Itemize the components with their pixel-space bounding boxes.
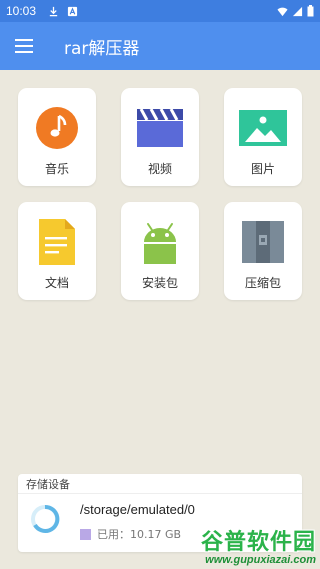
tile-label: 音乐 (44, 162, 69, 176)
hamburger-icon (15, 39, 33, 53)
archive-icon (242, 221, 284, 263)
storage-header: 存储设备 (18, 474, 302, 494)
image-icon (239, 110, 287, 146)
tile-music[interactable]: 音乐 (18, 88, 96, 186)
tile-label: 压缩包 (244, 276, 281, 290)
tile-video[interactable]: 视频 (121, 88, 199, 186)
tile-label: 图片 (250, 162, 275, 176)
document-icon (39, 219, 75, 265)
tile-label: 文档 (44, 276, 69, 290)
watermark-logo: 谷普软件园 www.gupuxiazai.com (168, 520, 320, 569)
status-bar: 10:03 (0, 0, 320, 22)
watermark-sub: www.gupuxiazai.com (205, 554, 316, 566)
wifi-icon (277, 7, 288, 16)
tile-label: 视频 (147, 162, 172, 176)
menu-button[interactable] (0, 22, 48, 70)
watermark-main: 谷普软件园 (200, 530, 316, 555)
notification-a-icon (67, 6, 78, 16)
category-grid: 音乐 视频 图片 文档 安装包 压缩包 (18, 88, 302, 300)
android-icon (144, 223, 176, 264)
tile-document[interactable]: 文档 (18, 202, 96, 300)
used-legend-swatch (80, 528, 91, 540)
tile-label: 安装包 (141, 276, 178, 290)
status-time: 10:03 (6, 4, 37, 18)
storage-path: /storage/emulated/0 (80, 502, 195, 517)
battery-icon (307, 5, 314, 17)
download-icon (49, 6, 58, 16)
video-icon (137, 109, 183, 147)
tile-apk[interactable]: 安装包 (121, 202, 199, 300)
tile-archive[interactable]: 压缩包 (224, 202, 302, 300)
signal-icon (292, 6, 303, 16)
tile-image[interactable]: 图片 (224, 88, 302, 186)
music-icon (36, 107, 78, 149)
app-title: rar解压器 (64, 38, 140, 59)
storage-used: 已用：10.17 GB (80, 526, 181, 542)
app-bar: rar解压器 (0, 22, 320, 70)
storage-ring-icon (31, 504, 60, 533)
